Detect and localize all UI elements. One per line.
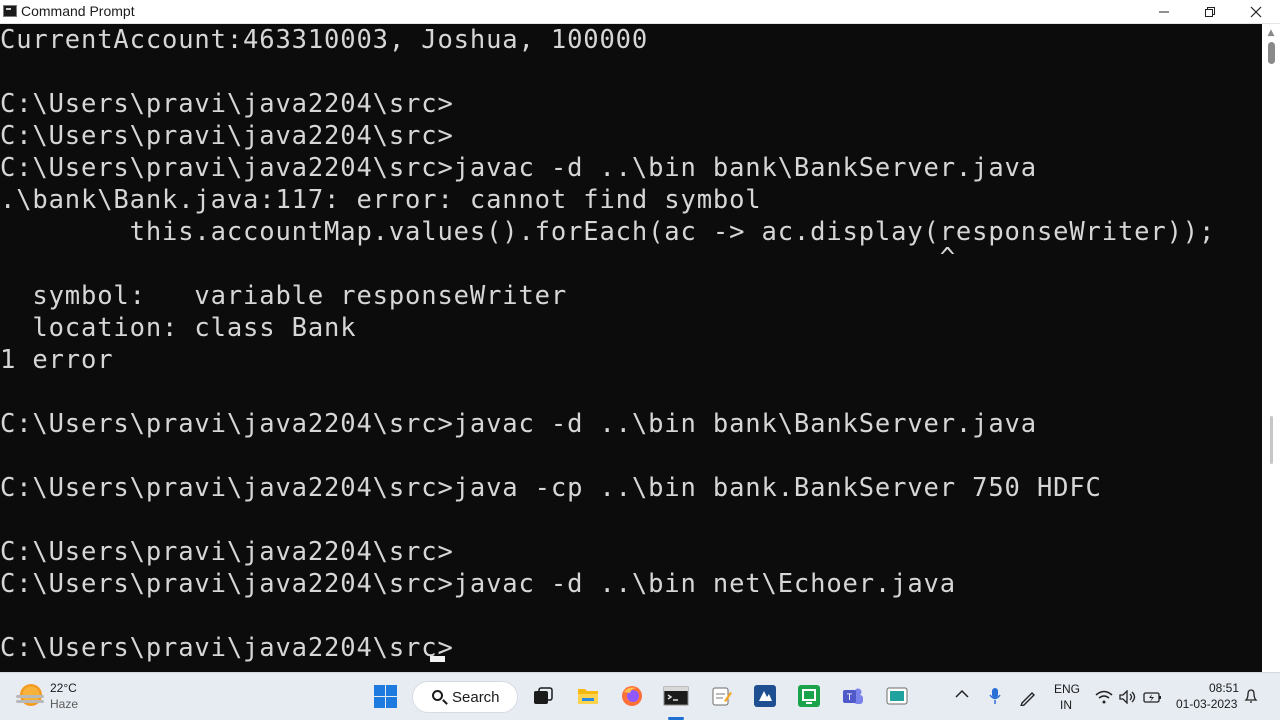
search-label: Search — [452, 689, 500, 706]
teams-glyph: T — [843, 688, 863, 704]
battery-icon[interactable] — [1143, 689, 1163, 708]
chevron-up-icon — [955, 689, 969, 698]
console-prompt-line: C:\Users\pravi\java2204\src> — [0, 633, 454, 663]
console-line: C:\Users\pravi\java2204\src> — [0, 89, 454, 119]
minimize-button[interactable] — [1141, 0, 1187, 23]
notepad-icon[interactable] — [708, 683, 734, 709]
start-button[interactable] — [372, 683, 398, 709]
console-line: C:\Users\pravi\java2204\src>javac -d ..\… — [0, 569, 956, 599]
windows-logo-tile — [374, 685, 385, 696]
terminal-icon[interactable] — [663, 683, 689, 709]
console-line: 1 error — [0, 345, 114, 375]
pen-icon[interactable] — [1019, 688, 1037, 710]
clock-time[interactable]: 08:51 — [1209, 681, 1239, 695]
command-prompt-icon — [3, 5, 17, 17]
wifi-glyph — [1095, 690, 1113, 704]
teams-icon[interactable]: T — [840, 683, 866, 709]
window-title: Command Prompt — [21, 3, 135, 19]
taskbar: 22°C Haze Search T ENG IN 08:51 01-03-20… — [0, 672, 1280, 720]
microphone-icon[interactable] — [988, 687, 1002, 709]
console-line: ^ — [0, 243, 956, 273]
battery-glyph — [1143, 692, 1161, 703]
task-view-icon[interactable] — [530, 683, 556, 709]
console-line: .\bank\Bank.java:117: error: cannot find… — [0, 185, 762, 215]
monitor-app-glyph — [886, 687, 908, 705]
volume-icon[interactable] — [1119, 689, 1137, 708]
firefox-glyph — [622, 686, 642, 706]
console-line: C:\Users\pravi\java2204\src>javac -d ..\… — [0, 153, 1037, 183]
task-view-glyph — [534, 687, 553, 704]
haze-lines — [16, 695, 44, 698]
green-app-glyph — [798, 685, 820, 707]
console-line: C:\Users\pravi\java2204\src> — [0, 121, 454, 151]
console-line: C:\Users\pravi\java2204\src> — [0, 537, 454, 567]
console-line: CurrentAccount:463310003, Joshua, 100000 — [0, 25, 649, 55]
clock-date[interactable]: 01-03-2023 — [1176, 697, 1237, 711]
close-button[interactable] — [1233, 0, 1279, 23]
taskbar-search[interactable]: Search — [412, 681, 518, 713]
cmd-glyph — [663, 686, 689, 706]
weather-condition: Haze — [50, 697, 79, 711]
console-line: location: class Bank — [0, 313, 357, 343]
title-bar: Command Prompt — [0, 0, 1280, 24]
show-hidden-icons-button[interactable] — [955, 687, 969, 703]
bell-glyph — [1244, 689, 1258, 703]
language-indicator[interactable]: ENG — [1054, 682, 1080, 696]
console-line: symbol: variable responseWriter — [0, 281, 568, 311]
wifi-icon[interactable] — [1095, 689, 1113, 708]
weather-temperature: 22°C — [50, 681, 77, 695]
notification-bell-icon[interactable] — [1244, 688, 1258, 704]
notepad-glyph — [712, 687, 732, 706]
app-icon[interactable] — [884, 683, 910, 709]
vertical-scrollbar[interactable]: ▲ — [1262, 24, 1280, 672]
speaker-glyph — [1119, 689, 1136, 705]
text-cursor — [430, 656, 445, 662]
file-explorer-icon[interactable] — [575, 683, 601, 709]
search-icon — [432, 690, 443, 701]
firefox-icon[interactable] — [619, 683, 645, 709]
windows-logo-tile — [386, 697, 397, 708]
blue-app-glyph — [754, 685, 776, 707]
console-line: C:\Users\pravi\java2204\src>javac -d ..\… — [0, 409, 1037, 439]
language-region: IN — [1060, 698, 1072, 712]
restore-icon — [1205, 6, 1215, 17]
folder-glyph — [578, 689, 598, 704]
scroll-thumb[interactable] — [1268, 42, 1275, 64]
pen-glyph — [1019, 692, 1035, 708]
scroll-position-marker — [1270, 416, 1273, 464]
windows-logo-tile — [386, 685, 397, 696]
console-output[interactable]: CurrentAccount:463310003, Joshua, 100000… — [0, 24, 1262, 672]
app-icon[interactable] — [752, 683, 778, 709]
app-icon[interactable] — [796, 683, 822, 709]
maximize-button[interactable] — [1187, 0, 1233, 23]
svg-text:T: T — [847, 692, 853, 702]
scroll-up-button[interactable]: ▲ — [1262, 24, 1280, 42]
close-icon — [1250, 6, 1262, 17]
console-line: C:\Users\pravi\java2204\src>java -cp ..\… — [0, 473, 1102, 503]
minimize-icon — [1159, 11, 1169, 12]
windows-logo-tile — [374, 697, 385, 708]
mic-glyph — [989, 688, 1001, 704]
